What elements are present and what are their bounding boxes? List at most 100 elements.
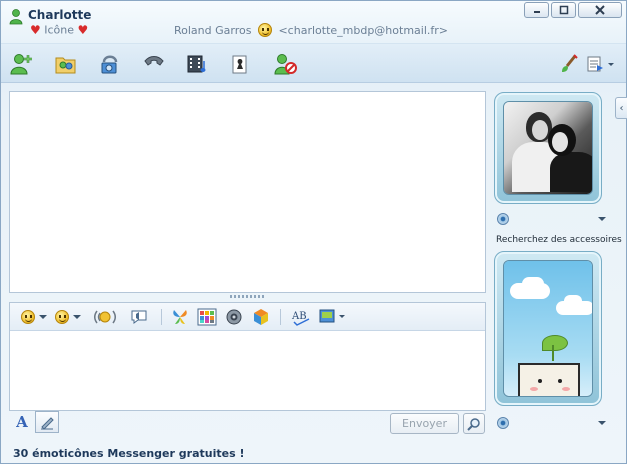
status-text: Icône — [44, 23, 75, 37]
spellcheck-icon: AB — [291, 311, 310, 326]
eye — [558, 379, 562, 383]
my-photo — [504, 261, 592, 396]
nudge-button[interactable] — [94, 307, 116, 327]
pane-splitter[interactable] — [230, 295, 264, 298]
window-controls — [524, 2, 622, 18]
eye — [538, 379, 542, 383]
contact-name: Charlotte — [28, 8, 92, 22]
messenger-buddy-icon — [9, 9, 23, 25]
compose-area: AB — [9, 302, 486, 411]
font-button[interactable]: A — [11, 411, 33, 433]
handwriting-mode-button[interactable] — [35, 411, 59, 433]
cloud — [522, 277, 544, 291]
collapse-panel-button[interactable]: ‹ — [615, 97, 627, 119]
speech-bubble-icon — [131, 310, 147, 324]
box-creature — [518, 363, 580, 396]
spell-check-button[interactable]: AB — [291, 307, 313, 327]
plant-stem — [552, 345, 554, 361]
close-button[interactable] — [578, 2, 622, 18]
leaf — [542, 335, 568, 351]
chevron-down-icon — [39, 315, 47, 319]
heart-icon: ♥ — [77, 23, 89, 37]
cheek — [562, 387, 570, 391]
message-input[interactable] — [10, 331, 485, 410]
nudge-icon — [94, 310, 116, 324]
maximize-icon — [559, 5, 568, 15]
msn-butterfly-icon — [173, 310, 187, 324]
my-photo-frame — [503, 260, 593, 397]
partner-email: <charlotte_mbdp@hotmail.fr> — [278, 24, 449, 37]
wink-icon — [55, 310, 69, 324]
conversation-history[interactable] — [9, 91, 486, 293]
chess-icon — [232, 55, 247, 74]
accessories-link[interactable]: Recherchez des accessoires — [496, 235, 622, 245]
show-menu-button[interactable] — [584, 52, 618, 76]
heart-icon: ♥ — [30, 23, 41, 37]
action-toolbar — [1, 43, 626, 83]
close-icon — [595, 5, 605, 15]
invite-contact-button[interactable] — [9, 52, 35, 76]
search-icon — [467, 417, 480, 431]
film-music-icon — [187, 55, 206, 73]
share-activity-button[interactable] — [319, 307, 347, 327]
speaker-icon — [226, 309, 242, 325]
smiley-icon — [257, 23, 272, 37]
webcam-icon[interactable] — [497, 213, 509, 225]
maximize-button[interactable] — [551, 2, 576, 18]
chevron-down-icon[interactable] — [598, 421, 606, 425]
contact-display-picture[interactable] — [494, 92, 602, 204]
paintbrush-icon — [562, 54, 578, 72]
conversation-heading: Roland Garros <charlotte_mbdp@hotmail.fr… — [174, 23, 448, 37]
theme-button[interactable] — [556, 52, 582, 76]
chevron-left-icon: ‹ — [619, 102, 624, 114]
svg-text:AB: AB — [291, 311, 307, 322]
cloud — [564, 295, 582, 307]
minimize-icon — [533, 11, 540, 13]
contact-photo-frame — [503, 101, 593, 195]
add-contact-icon — [10, 54, 32, 75]
send-button[interactable]: Envoyer — [390, 413, 459, 434]
photo-figure — [552, 132, 568, 152]
emoticon-button[interactable] — [18, 307, 47, 327]
contact-photo — [504, 102, 592, 194]
video-call-button[interactable] — [97, 52, 123, 76]
activities-button[interactable] — [185, 52, 211, 76]
voice-call-button[interactable] — [141, 52, 167, 76]
block-contact-icon — [274, 54, 297, 75]
wink-button[interactable] — [52, 307, 81, 327]
share-folder-button[interactable] — [53, 52, 79, 76]
webcam-icon — [101, 55, 118, 74]
games-button[interactable] — [229, 52, 255, 76]
sound-button[interactable] — [225, 307, 243, 327]
phone-icon — [144, 56, 164, 66]
photo-figure — [532, 120, 548, 140]
minimize-button[interactable] — [524, 2, 549, 18]
voice-clip-button[interactable] — [130, 307, 148, 327]
webcam-icon[interactable] — [497, 417, 509, 429]
font-icon: A — [16, 413, 28, 431]
promo-link[interactable]: 30 émoticônes Messenger gratuites ! — [13, 447, 244, 460]
toolbar-divider — [280, 309, 281, 325]
partner-name: Roland Garros — [174, 24, 252, 37]
formatting-toolbar: AB — [10, 303, 485, 331]
block-contact-button[interactable] — [273, 52, 299, 76]
toolbar-divider — [161, 309, 162, 325]
handwriting-button[interactable] — [171, 307, 189, 327]
photo-figure — [550, 152, 592, 192]
search-button[interactable] — [463, 413, 485, 434]
windows-share-icon — [319, 309, 345, 323]
my-display-picture[interactable] — [494, 251, 602, 406]
title-bar: Charlotte ♥ Icône ♥ Roland Garros <charl… — [1, 1, 626, 43]
messenger-window: Charlotte ♥ Icône ♥ Roland Garros <charl… — [0, 0, 627, 464]
palette-grid-icon — [197, 308, 217, 326]
contact-personal-message: ♥ Icône ♥ — [30, 23, 88, 37]
cheek — [530, 387, 538, 391]
menu-icon — [587, 56, 614, 72]
chevron-down-icon[interactable] — [598, 217, 606, 221]
shared-folder-icon — [55, 57, 76, 74]
pen-icon — [41, 417, 54, 430]
backgrounds-button[interactable] — [197, 307, 217, 327]
chevron-down-icon — [73, 315, 81, 319]
cube-icon — [254, 309, 268, 325]
games-toolbar-button[interactable] — [252, 307, 270, 327]
